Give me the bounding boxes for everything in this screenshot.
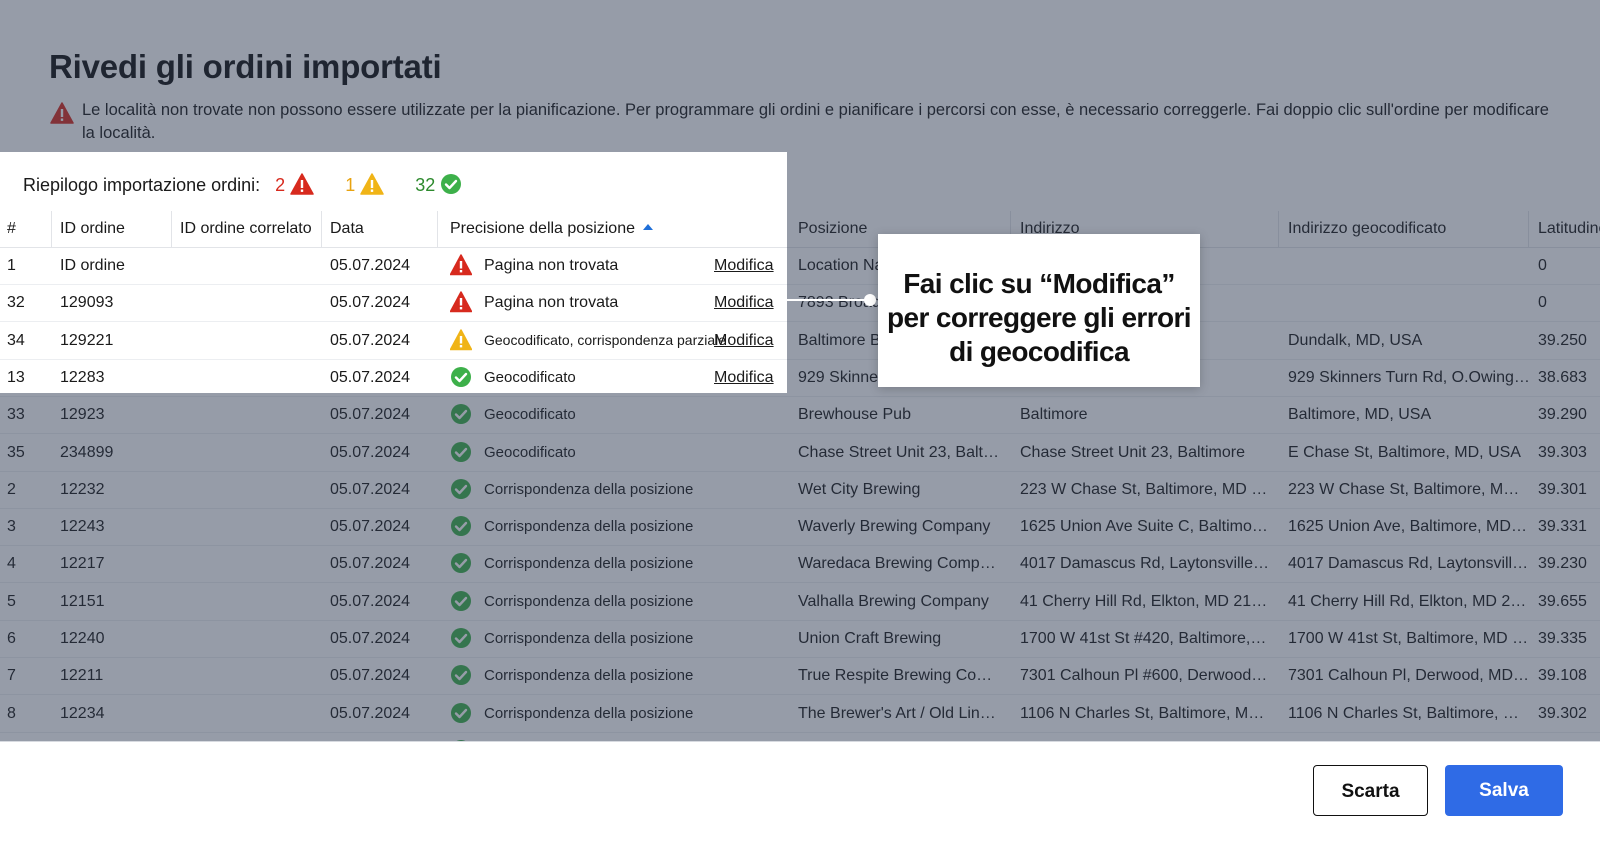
cell-related — [180, 322, 325, 359]
table-row[interactable]: 1 ID ordine 05.07.2024 Pagina non trovata Mo… — [0, 247, 787, 285]
cell-date: 05.07.2024 — [330, 368, 411, 386]
column-header-label: ID ordine — [60, 220, 125, 237]
cell-date: 05.07.2024 — [330, 257, 411, 274]
cell-id: 12283 — [60, 368, 105, 386]
table-header: # ID ordine ID ordine correlato Data Precisi… — [0, 211, 787, 248]
callout-line-1: Fai clic su “Modifica” — [903, 268, 1175, 299]
column-header-label: # — [7, 220, 16, 237]
edit-link[interactable]: Modifica — [714, 359, 784, 393]
warning-icon — [450, 328, 472, 350]
cell-id: 129093 — [60, 294, 114, 312]
accuracy-status: Pagina non trovata — [484, 257, 619, 274]
review-dialog: Rivedi gli ordini importati Le località … — [0, 0, 1600, 845]
warning-icon — [360, 173, 384, 195]
edit-link[interactable]: Modifica — [714, 322, 784, 359]
column-divider[interactable] — [321, 211, 322, 247]
table-row[interactable]: 32 129093 05.07.2024 Pagina non trovata Modi… — [0, 284, 787, 323]
dim-overlay — [0, 0, 1600, 845]
cell-id: 129221 — [60, 331, 114, 349]
check-circle-icon — [441, 174, 462, 195]
cell-id: ID ordine — [60, 257, 125, 274]
cell-date: 05.07.2024 — [330, 331, 411, 349]
sort-ascending-icon[interactable] — [643, 223, 653, 230]
error-icon — [450, 291, 472, 313]
edit-link[interactable]: Modifica — [714, 247, 784, 284]
column-header-label: ID ordine correlato — [180, 220, 312, 237]
column-header-id[interactable]: ID ordine — [60, 211, 170, 247]
check-circle-icon — [451, 366, 471, 387]
accuracy-status: Geocodificato — [484, 368, 576, 386]
cell-num: 13 — [7, 368, 25, 386]
error-count: 2 — [275, 175, 286, 195]
highlight-panel: Riepilogo importazione ordini: 2 1 32 # I… — [0, 152, 787, 393]
column-header-accuracy[interactable]: Precisione della posizione — [450, 211, 787, 247]
column-header-date[interactable]: Data — [330, 211, 440, 247]
table-row[interactable]: 34 129221 05.07.2024 Geocodificato, corrisp… — [0, 322, 787, 360]
error-icon — [290, 173, 314, 195]
cell-related — [180, 247, 325, 284]
tip-callout: Fai clic su “Modifica” per correggere gl… — [878, 234, 1200, 387]
column-header-related[interactable]: ID ordine correlato — [180, 211, 325, 247]
cell-date: 05.07.2024 — [330, 294, 411, 312]
accuracy-status: Geocodificato, corrispondenza parziale — [484, 331, 727, 348]
cell-num: 34 — [7, 331, 25, 349]
column-header-label: Data — [330, 220, 364, 237]
summary-label: Riepilogo importazione ordini: — [23, 175, 261, 195]
callout-line-2: per correggere gli errori — [886, 302, 1192, 333]
callout-connector — [787, 299, 870, 301]
column-divider[interactable] — [171, 211, 172, 247]
callout-dot — [864, 294, 876, 306]
callout-text: Fai clic su “Modifica” per correggere gl… — [878, 267, 1200, 369]
column-header-num[interactable]: # — [7, 211, 47, 247]
discard-button[interactable]: Scarta — [1313, 765, 1428, 816]
cell-related — [180, 359, 325, 393]
callout-line-3: di geocodifica — [949, 336, 1129, 367]
import-summary: Riepilogo importazione ordini: 2 1 32 — [23, 172, 462, 198]
accuracy-status: Pagina non trovata — [484, 294, 619, 312]
table-row[interactable]: 131228305.07.2024GeocodificatoModifica92… — [0, 359, 787, 393]
save-button[interactable]: Salva — [1445, 765, 1563, 816]
column-divider[interactable] — [437, 211, 438, 247]
cell-related — [180, 284, 325, 321]
cell-num: 1 — [7, 257, 16, 274]
column-header-label: Precisione della posizione — [450, 220, 635, 237]
error-icon — [450, 254, 472, 276]
cell-num: 32 — [7, 294, 25, 312]
ok-count: 32 — [415, 175, 436, 195]
column-divider[interactable] — [51, 211, 52, 247]
edit-link[interactable]: Modifica — [714, 284, 784, 321]
warning-count: 1 — [345, 175, 356, 195]
